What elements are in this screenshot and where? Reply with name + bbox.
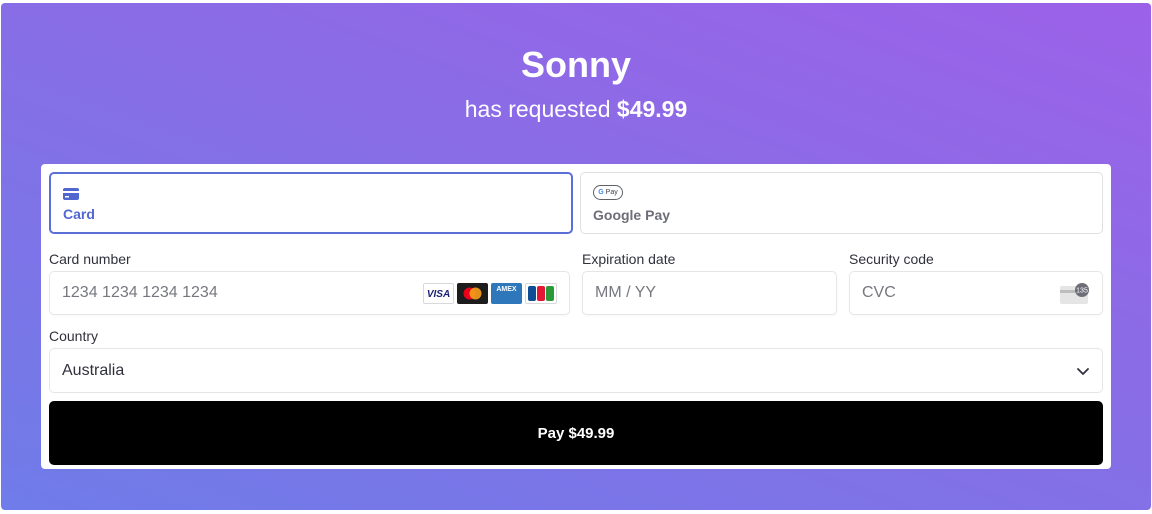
tab-card-label: Card <box>63 206 95 222</box>
tab-google-pay[interactable]: G Pay Google Pay <box>580 172 1103 234</box>
expiration-label: Expiration date <box>582 251 676 267</box>
visa-icon: VISA <box>423 283 454 304</box>
cvc-card-icon: 135 <box>1060 283 1089 304</box>
mastercard-icon <box>457 283 488 304</box>
tab-google-pay-label: Google Pay <box>593 207 671 223</box>
google-pay-icon: G Pay <box>593 185 623 200</box>
jcb-icon <box>525 283 557 304</box>
pay-button[interactable]: Pay $49.99 <box>49 401 1103 465</box>
security-code-field: 135 <box>849 271 1103 315</box>
chevron-down-icon <box>1077 368 1089 375</box>
amex-icon: AMEX <box>491 283 522 304</box>
payment-form: Card G Pay Google Pay Card number VISA <box>41 164 1111 469</box>
security-code-label: Security code <box>849 251 934 267</box>
country-select[interactable]: Australia <box>49 348 1103 393</box>
payment-request-panel: Sonny has requested $49.99 Card G Pay Go… <box>1 3 1151 510</box>
country-label: Country <box>49 328 99 344</box>
request-amount-line: has requested $49.99 <box>1 94 1151 124</box>
request-amount: $49.99 <box>616 96 688 122</box>
requester-name: Sonny <box>520 44 631 85</box>
country-value: Australia <box>62 362 125 379</box>
svg-text:135: 135 <box>1076 288 1088 295</box>
expiration-input[interactable] <box>583 272 836 314</box>
credit-card-icon <box>63 188 79 200</box>
card-number-label: Card number <box>49 251 131 267</box>
request-prefix: has requested <box>464 96 611 122</box>
card-number-field: VISA AMEX <box>49 271 570 315</box>
expiration-field <box>582 271 837 315</box>
tab-card[interactable]: Card <box>49 172 573 234</box>
